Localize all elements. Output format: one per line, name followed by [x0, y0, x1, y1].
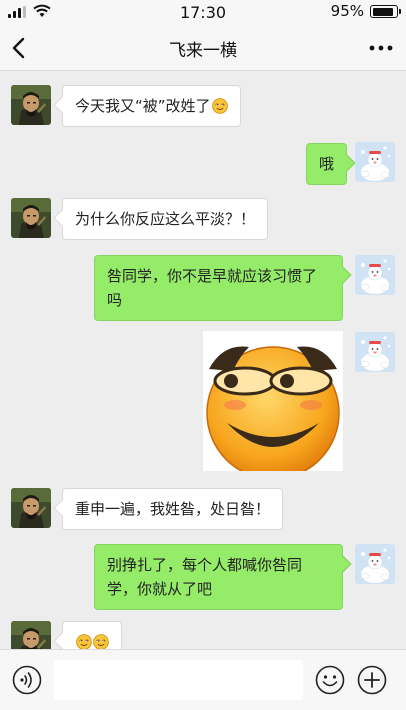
- message-text: 别挣扎了，每个人都喊你咎同学，你就从了吧: [107, 556, 303, 598]
- smirk-emoji-icon: [212, 98, 228, 114]
- my-avatar[interactable]: [355, 332, 395, 372]
- chat-header: 飞来一横: [0, 26, 406, 71]
- my-avatar[interactable]: [355, 142, 395, 182]
- chat-title: 飞来一横: [169, 41, 237, 61]
- input-bar: [0, 649, 406, 710]
- message-text: 重申一遍，我姓昝，处日昝！: [75, 500, 271, 518]
- contact-avatar[interactable]: [11, 85, 51, 125]
- message-list[interactable]: 今天我又“被”改姓了 哦 为什么你反应这么平淡？！ 咎同学，你不是早就应该习惯了…: [0, 71, 406, 649]
- voice-icon[interactable]: [12, 665, 42, 695]
- battery-icon: [370, 5, 401, 18]
- message-input[interactable]: [54, 660, 303, 700]
- contact-avatar[interactable]: [11, 621, 51, 649]
- status-bar: 17:30 95%: [0, 0, 406, 26]
- contact-avatar[interactable]: [11, 198, 51, 238]
- emoji-icon[interactable]: [315, 665, 345, 695]
- contact-avatar[interactable]: [11, 488, 51, 528]
- my-avatar[interactable]: [355, 255, 395, 295]
- more-icon[interactable]: [366, 34, 396, 62]
- message-bubble-incoming[interactable]: 今天我又“被”改姓了: [62, 85, 241, 127]
- message-text: 咎同学，你不是早就应该习惯了吗: [107, 267, 318, 309]
- message-bubble-outgoing[interactable]: 哦: [306, 143, 348, 185]
- smirk-emoji-icon: [76, 634, 92, 649]
- message-bubble-outgoing[interactable]: 别挣扎了，每个人都喊你咎同学，你就从了吧: [94, 544, 343, 610]
- my-avatar[interactable]: [355, 544, 395, 584]
- message-bubble-incoming[interactable]: [62, 621, 122, 649]
- message-bubble-outgoing[interactable]: 咎同学，你不是早就应该习惯了吗: [94, 255, 343, 321]
- message-text: 今天我又“被”改姓了: [75, 97, 211, 115]
- message-text: 哦: [319, 155, 335, 173]
- message-bubble-incoming[interactable]: 为什么你反应这么平淡？！: [62, 198, 269, 240]
- message-text: 为什么你反应这么平淡？！: [75, 210, 256, 228]
- smirk-emoji-icon: [93, 634, 109, 649]
- smug-face-sticker[interactable]: [203, 331, 343, 471]
- plus-circle-icon[interactable]: [357, 665, 387, 695]
- battery-percent: 95%: [330, 2, 364, 20]
- message-bubble-incoming[interactable]: 重申一遍，我姓昝，处日昝！: [62, 488, 284, 530]
